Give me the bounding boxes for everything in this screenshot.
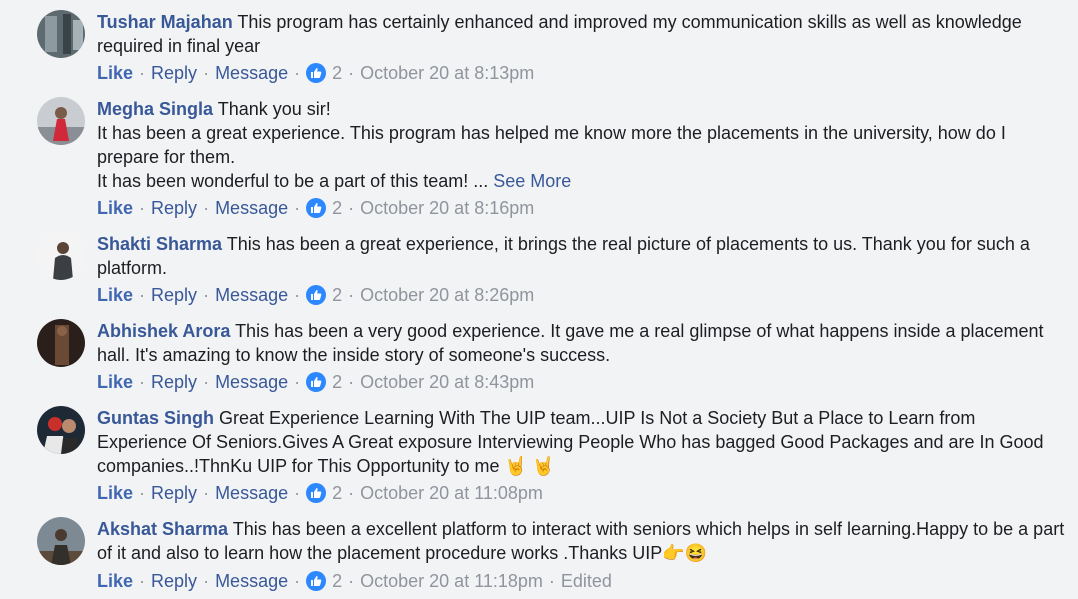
comment-timestamp[interactable]: October 20 at 8:16pm <box>360 198 534 218</box>
pointing-laughing-emoji-icon: 👉😆 <box>662 543 708 563</box>
message-button[interactable]: Message <box>215 63 288 83</box>
comment-text: This program has certainly enhanced and … <box>97 12 1022 56</box>
message-button[interactable]: Message <box>215 483 288 503</box>
reaction-count[interactable]: 2 <box>332 198 342 218</box>
separator: · <box>139 571 146 591</box>
comment-text: Great Experience Learning With The UIP t… <box>97 408 1044 476</box>
separator: · <box>139 483 146 503</box>
comment-timestamp[interactable]: October 20 at 8:43pm <box>360 372 534 392</box>
separator: · <box>348 198 355 218</box>
like-reaction-icon[interactable] <box>306 285 327 305</box>
see-more-link[interactable]: See More <box>493 171 571 191</box>
comment-actions: Like · Reply · Message · 2 · October 20 at 8:16p… <box>97 197 534 219</box>
comment-actions: Like · Reply · Message · 2 · October 20 at 8:43p… <box>97 371 534 393</box>
avatar[interactable] <box>37 10 85 58</box>
separator: · <box>294 63 301 83</box>
message-button[interactable]: Message <box>215 198 288 218</box>
separator: · <box>203 198 210 218</box>
comment-author[interactable]: Megha Singla <box>97 99 213 119</box>
comment-author[interactable]: Akshat Sharma <box>97 519 228 539</box>
separator: · <box>139 198 146 218</box>
comment-timestamp[interactable]: October 20 at 8:26pm <box>360 285 534 305</box>
like-button[interactable]: Like <box>97 285 133 305</box>
avatar[interactable] <box>37 97 85 145</box>
reaction-count[interactable]: 2 <box>332 571 342 591</box>
like-button[interactable]: Like <box>97 571 133 591</box>
separator: · <box>139 63 146 83</box>
separator: · <box>203 63 210 83</box>
separator: · <box>348 571 355 591</box>
separator: · <box>294 285 301 305</box>
like-reaction-icon[interactable] <box>306 483 327 503</box>
separator: · <box>203 285 210 305</box>
comment-author[interactable]: Abhishek Arora <box>97 321 230 341</box>
separator: · <box>139 285 146 305</box>
separator: · <box>294 198 301 218</box>
comment-author[interactable]: Shakti Sharma <box>97 234 222 254</box>
reply-button[interactable]: Reply <box>151 63 197 83</box>
comment-actions: Like · Reply · Message · 2 · October 20 at 11:18… <box>97 570 612 592</box>
like-button[interactable]: Like <box>97 372 133 392</box>
reply-button[interactable]: Reply <box>151 198 197 218</box>
separator: · <box>294 372 301 392</box>
comment-body: Tushar Majahan This program has certainl… <box>97 10 1067 58</box>
like-button[interactable]: Like <box>97 198 133 218</box>
comment-text: Thank you sir! <box>217 99 331 119</box>
avatar[interactable] <box>37 406 85 454</box>
comment-author[interactable]: Guntas Singh <box>97 408 214 428</box>
like-reaction-icon[interactable] <box>306 571 327 591</box>
reaction-count[interactable]: 2 <box>332 372 342 392</box>
reply-button[interactable]: Reply <box>151 372 197 392</box>
edited-label[interactable]: Edited <box>561 571 612 591</box>
comment-body: Megha Singla Thank you sir! It has been … <box>97 97 1067 193</box>
reaction-count[interactable]: 2 <box>332 483 342 503</box>
avatar[interactable] <box>37 232 85 280</box>
comment-list: Tushar Majahan This program has certainl… <box>0 0 1078 599</box>
reaction-count[interactable]: 2 <box>332 63 342 83</box>
separator: · <box>348 372 355 392</box>
like-reaction-icon[interactable] <box>306 372 327 392</box>
reaction-count[interactable]: 2 <box>332 285 342 305</box>
reply-button[interactable]: Reply <box>151 483 197 503</box>
comment-body: Akshat Sharma This has been a excellent … <box>97 517 1067 565</box>
reply-button[interactable]: Reply <box>151 571 197 591</box>
like-reaction-icon[interactable] <box>306 63 327 83</box>
like-button[interactable]: Like <box>97 483 133 503</box>
comment-actions: Like · Reply · Message · 2 · October 20 at 8:13p… <box>97 62 534 84</box>
comment-text: This has been a very good experience. It… <box>97 321 1044 365</box>
comment-body: Shakti Sharma This has been a great expe… <box>97 232 1067 280</box>
like-button[interactable]: Like <box>97 63 133 83</box>
comment-author[interactable]: Tushar Majahan <box>97 12 233 32</box>
comment-text: It has been wonderful to be a part of th… <box>97 171 489 191</box>
comment-actions: Like · Reply · Message · 2 · October 20 at 8:26p… <box>97 284 534 306</box>
reply-button[interactable]: Reply <box>151 285 197 305</box>
message-button[interactable]: Message <box>215 372 288 392</box>
avatar[interactable] <box>37 319 85 367</box>
comment-actions: Like · Reply · Message · 2 · October 20 at 11:08… <box>97 482 543 504</box>
separator: · <box>548 571 555 591</box>
rock-on-emoji-icon: 🤘 🤘 <box>504 456 555 476</box>
avatar[interactable] <box>37 517 85 565</box>
separator: · <box>203 571 210 591</box>
comment-body: Guntas Singh Great Experience Learning W… <box>97 406 1067 478</box>
comment-timestamp[interactable]: October 20 at 11:08pm <box>360 483 543 503</box>
separator: · <box>348 63 355 83</box>
separator: · <box>203 483 210 503</box>
comment-timestamp[interactable]: October 20 at 11:18pm <box>360 571 543 591</box>
separator: · <box>294 571 301 591</box>
separator: · <box>348 483 355 503</box>
comment-timestamp[interactable]: October 20 at 8:13pm <box>360 63 534 83</box>
message-button[interactable]: Message <box>215 571 288 591</box>
comment-text: This has been a excellent platform to in… <box>97 519 1065 563</box>
separator: · <box>348 285 355 305</box>
message-button[interactable]: Message <box>215 285 288 305</box>
comment-body: Abhishek Arora This has been a very good… <box>97 319 1067 367</box>
separator: · <box>139 372 146 392</box>
like-reaction-icon[interactable] <box>306 198 327 218</box>
separator: · <box>294 483 301 503</box>
separator: · <box>203 372 210 392</box>
comment-text: It has been a great experience. This pro… <box>97 123 1006 167</box>
comment-text: This has been a great experience, it bri… <box>97 234 1030 278</box>
